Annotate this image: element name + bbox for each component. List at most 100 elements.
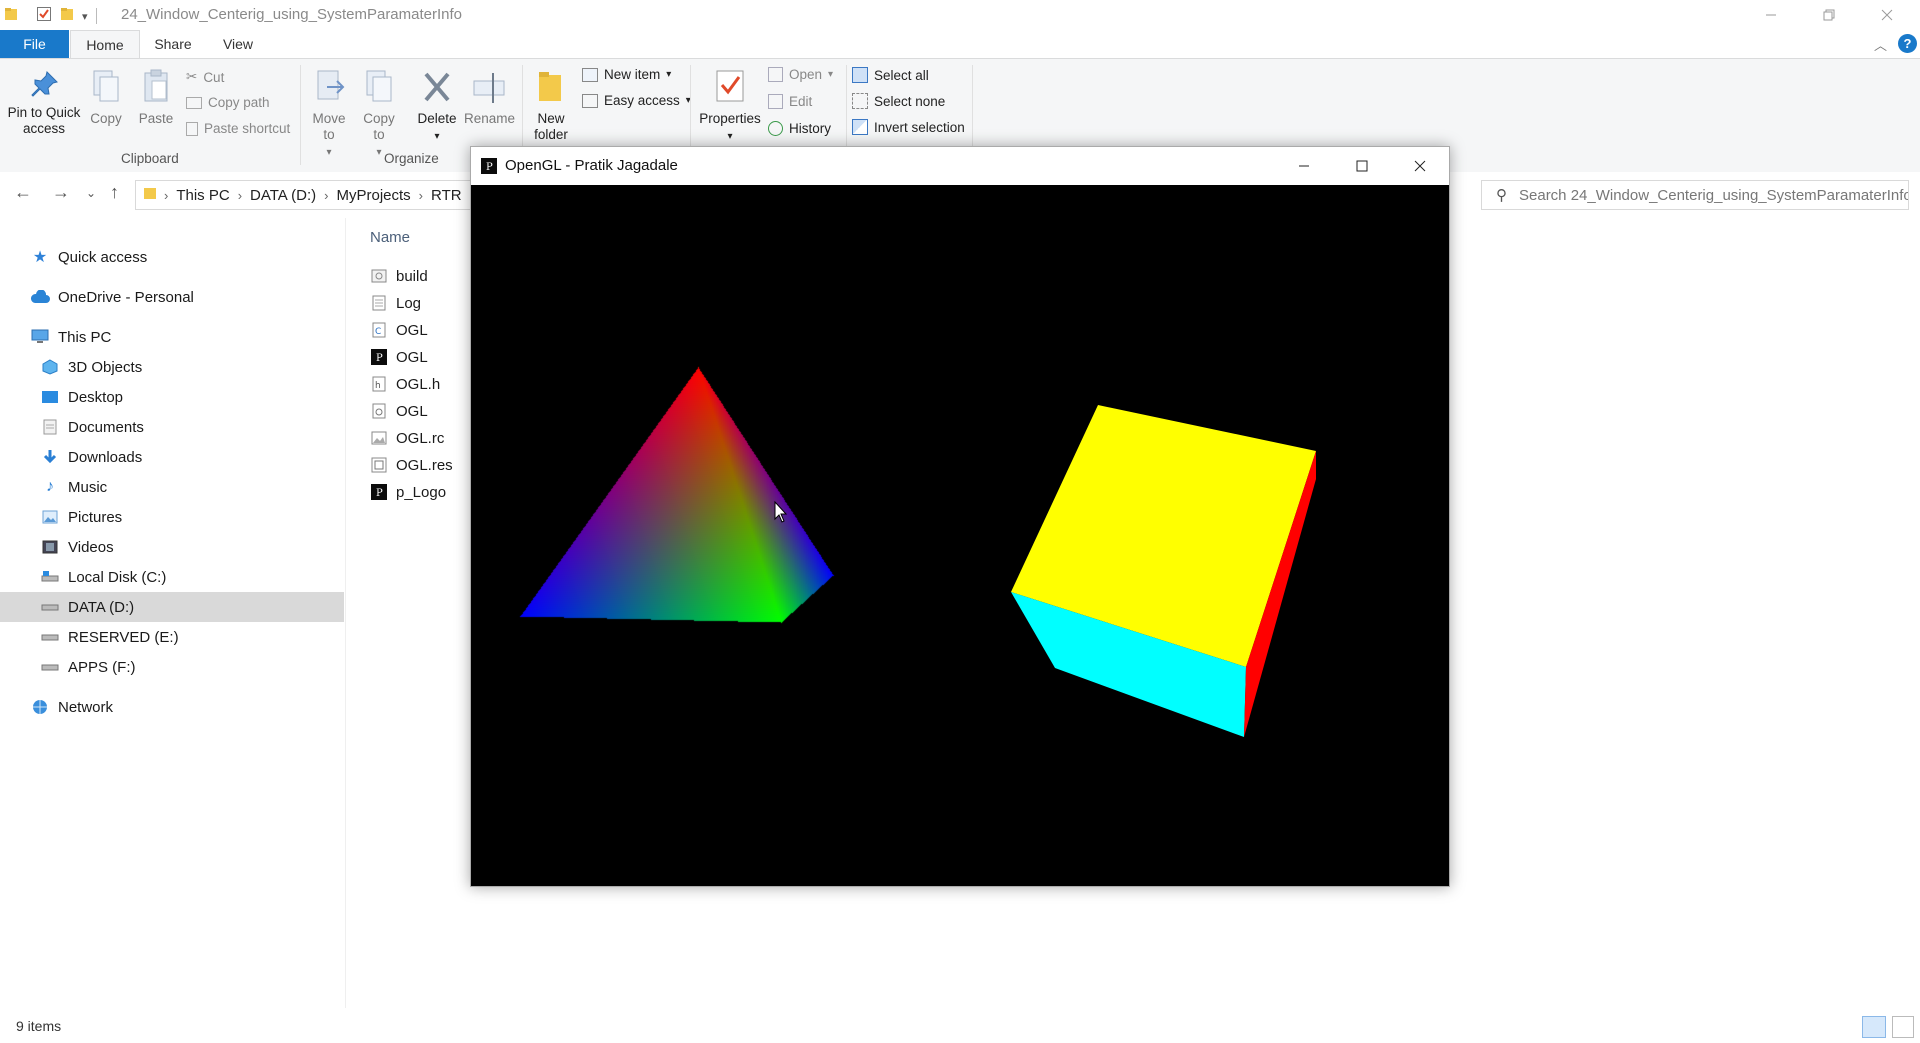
nav-this-pc[interactable]: This PC [0, 322, 374, 352]
invert-selection-button[interactable]: Invert selection [852, 119, 965, 135]
list-item[interactable]: P OGL [370, 345, 428, 369]
nav-music[interactable]: ♪ Music [0, 472, 384, 502]
nav-desktop[interactable]: Desktop [0, 382, 384, 412]
breadcrumb-chevron-icon: › [324, 187, 329, 203]
nav-pictures[interactable]: Pictures [0, 502, 384, 532]
column-header-name[interactable]: Name [370, 229, 410, 246]
pin-to-quick-access-button[interactable]: Pin to Quick access [4, 69, 84, 137]
breadcrumb-rtr[interactable]: RTR [431, 187, 462, 204]
tab-view[interactable]: View [212, 30, 264, 58]
breadcrumb-myprojects[interactable]: MyProjects [336, 187, 410, 204]
list-item[interactable]: build [370, 264, 428, 288]
list-item[interactable]: C OGL [370, 318, 428, 342]
list-item[interactable]: Log [370, 291, 421, 315]
properties-quick-icon[interactable] [36, 6, 52, 26]
open-button[interactable]: Open ▾ [768, 67, 833, 82]
breadcrumb-chevron-icon: › [418, 187, 424, 203]
nav-apps-f[interactable]: APPS (F:) [0, 652, 384, 682]
build-folder-icon [370, 267, 388, 285]
select-all-button[interactable]: Select all [852, 67, 929, 83]
copy-button[interactable]: Copy [86, 67, 126, 127]
file-name: OGL [396, 348, 428, 366]
nav-label: Documents [68, 418, 144, 436]
new-folder-icon [535, 67, 567, 107]
easy-access-button[interactable]: Easy access ▾ [582, 93, 691, 108]
opengl-window[interactable]: P OpenGL - Pratik Jagadale [470, 146, 1450, 887]
opengl-titlebar[interactable]: P OpenGL - Pratik Jagadale [471, 147, 1449, 185]
collapse-ribbon-icon[interactable]: ︿ [1874, 35, 1887, 54]
nav-label: DATA (D:) [68, 598, 135, 616]
list-item[interactable]: P p_Logo [370, 480, 446, 504]
customize-chevron-icon[interactable]: ▾ [82, 10, 88, 23]
tab-file[interactable]: File [0, 30, 69, 58]
large-icons-view-icon[interactable] [1892, 1016, 1914, 1038]
edit-label: Edit [789, 94, 813, 109]
up-arrow-icon[interactable]: ↑ [110, 182, 119, 203]
details-view-icon[interactable] [1862, 1016, 1886, 1038]
recent-locations-chevron-icon[interactable]: ⌄ [86, 186, 96, 200]
breadcrumb-data-d[interactable]: DATA (D:) [250, 187, 316, 204]
nav-videos[interactable]: Videos [0, 532, 384, 562]
nav-data-d[interactable]: DATA (D:) [0, 592, 344, 622]
system-drive-icon [40, 568, 60, 586]
nav-3d-objects[interactable]: 3D Objects [0, 352, 384, 382]
minimize-button[interactable] [1742, 0, 1800, 30]
list-item[interactable]: OGL [370, 399, 428, 423]
nav-local-disk-c[interactable]: Local Disk (C:) [0, 562, 384, 592]
paste-button[interactable]: Paste [134, 67, 178, 127]
dropdown-icon: ▾ [828, 69, 834, 80]
breadcrumb-this-pc[interactable]: This PC [176, 187, 229, 204]
new-folder-quick-icon[interactable] [60, 6, 74, 26]
move-to-button[interactable]: Move to ▾ [308, 67, 350, 161]
list-item[interactable]: h OGL.h [370, 372, 440, 396]
nav-onedrive[interactable]: OneDrive - Personal [0, 282, 374, 312]
new-item-icon [582, 67, 598, 82]
new-item-button[interactable]: New item ▾ [582, 67, 671, 82]
back-arrow-icon[interactable]: ← [14, 182, 32, 203]
history-button[interactable]: History [768, 121, 831, 136]
nav-network[interactable]: Network [0, 692, 374, 722]
svg-text:P: P [376, 353, 383, 364]
select-none-icon [852, 93, 868, 109]
cut-button[interactable]: ✂ Cut [186, 69, 224, 85]
dropdown-icon: ▾ [434, 131, 440, 142]
copy-path-label: Copy path [208, 95, 270, 110]
gl-maximize-button[interactable] [1333, 147, 1391, 185]
nav-documents[interactable]: Documents [0, 412, 384, 442]
delete-button[interactable]: Delete ▾ [414, 67, 460, 145]
tab-home[interactable]: Home [70, 30, 140, 59]
edit-button[interactable]: Edit [768, 94, 812, 109]
new-folder-button[interactable]: New folder [526, 67, 576, 143]
dropdown-icon: ▾ [326, 147, 332, 158]
nav-label: 3D Objects [68, 358, 143, 376]
properties-button[interactable]: Properties ▾ [696, 67, 764, 145]
close-button[interactable] [1858, 0, 1916, 30]
forward-arrow-icon[interactable]: → [52, 182, 70, 203]
delete-label: Delete [417, 111, 457, 126]
nav-quick-access[interactable]: ★ Quick access [0, 242, 374, 272]
text-file-icon [370, 294, 388, 312]
copy-icon [90, 67, 122, 107]
select-none-button[interactable]: Select none [852, 93, 945, 109]
cube-icon [40, 358, 60, 376]
tab-share[interactable]: Share [146, 30, 200, 58]
nav-reserved-e[interactable]: RESERVED (E:) [0, 622, 384, 652]
gl-close-button[interactable] [1391, 147, 1449, 185]
rename-button[interactable]: Rename [464, 67, 515, 127]
list-item[interactable]: OGL.rc [370, 426, 444, 450]
restore-button[interactable] [1800, 0, 1858, 30]
paste-shortcut-button[interactable]: Paste shortcut [186, 121, 290, 136]
file-name: OGL.rc [396, 429, 445, 447]
copy-to-button[interactable]: Copy to ▾ [358, 67, 400, 161]
dropdown-icon: ▾ [376, 147, 382, 158]
search-box[interactable]: ⚲ Search 24_Window_Centerig_using_System… [1481, 180, 1909, 210]
paste-label: Paste [138, 111, 174, 126]
drive-icon [40, 598, 60, 616]
list-item[interactable]: OGL.res [370, 453, 453, 477]
search-input[interactable]: Search 24_Window_Centerig_using_SystemPa… [1519, 187, 1908, 204]
help-icon[interactable]: ? [1898, 34, 1917, 53]
gl-minimize-button[interactable] [1275, 147, 1333, 185]
copy-path-button[interactable]: Copy path [186, 95, 270, 110]
nav-downloads[interactable]: Downloads [0, 442, 384, 472]
nav-label: Network [58, 698, 114, 716]
